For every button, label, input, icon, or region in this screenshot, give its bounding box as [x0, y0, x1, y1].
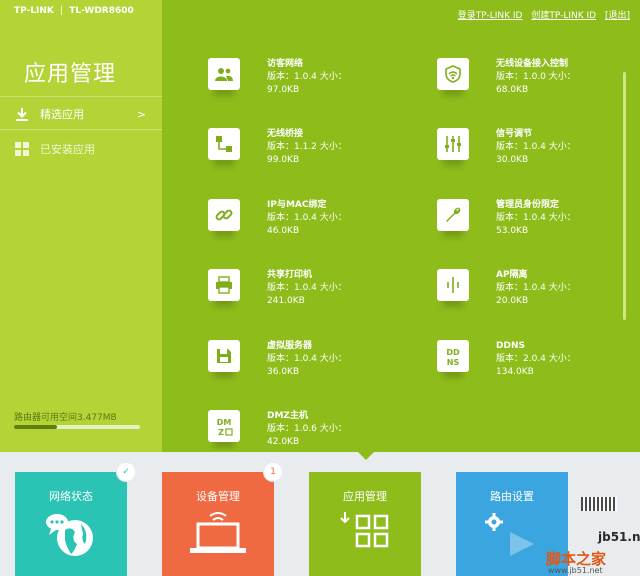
model-name: TL-WDR8600: [69, 6, 134, 16]
app-name: 无线设备接入控制: [496, 59, 569, 69]
chevron-right-icon: >: [136, 107, 146, 121]
active-tile-pointer: [358, 452, 374, 460]
watermark-site: jb51.net: [598, 530, 640, 544]
svg-text:Z: Z: [218, 428, 224, 437]
app-name: DMZ主机: [267, 411, 308, 421]
app-name: IP与MAC绑定: [267, 200, 327, 210]
wrench-icon: [437, 199, 469, 231]
app-ap-isolation[interactable]: AP隔离版本：1.0.4 大小： 20.0KB: [429, 261, 599, 323]
guest-users-icon: [208, 58, 240, 90]
link-icon: [208, 199, 240, 231]
svg-text:NS: NS: [447, 358, 460, 367]
app-dmz-host[interactable]: DM Z DMZ主机版本：1.0.6 大小： 42.0KB: [200, 402, 370, 450]
brand: TP-LINK | TL-WDR8600: [14, 6, 134, 16]
app-name: 无线桥接: [267, 129, 304, 139]
storage-bar-fill: [14, 425, 57, 429]
app-admin-restriction[interactable]: 管理员身份限定版本：1.0.4 大小： 53.0KB: [429, 191, 599, 253]
sidebar-item-featured-apps[interactable]: 精选应用 >: [14, 103, 146, 125]
app-size: 68.0KB: [496, 85, 529, 95]
bridge-icon: [208, 128, 240, 160]
scrollbar[interactable]: [623, 72, 626, 320]
app-version: 版本：1.0.4 大小：: [496, 283, 576, 293]
sidebar-item-label: 已安装应用: [40, 143, 95, 156]
globe-icon: [15, 510, 127, 558]
app-version: 版本：1.0.4 大小：: [496, 213, 576, 223]
tile-label: 设备管理: [196, 490, 240, 503]
divider: [0, 96, 162, 97]
tile-label: 路由设置: [490, 490, 534, 503]
app-name: DDNS: [496, 341, 525, 351]
app-size: 20.0KB: [496, 296, 529, 306]
app-list: 访客网络版本：1.0.4 大小： 97.0KB 无线设备接入控制 版本：1.0.0 …: [200, 50, 610, 450]
svg-text:DD: DD: [446, 348, 460, 357]
tile-label: 网络状态: [49, 490, 93, 503]
app-name: 虚拟服务器: [267, 341, 313, 351]
download-icon: [14, 106, 30, 122]
wireless-shield-icon: [437, 58, 469, 90]
sidebar-item-installed-apps[interactable]: 已安装应用: [14, 138, 146, 160]
app-size: 241.0KB: [267, 296, 305, 306]
app-version: 版本：2.0.4 大小：: [496, 354, 576, 364]
brand-logo: TP-LINK: [14, 6, 54, 16]
app-size: 36.0KB: [267, 367, 300, 377]
app-wireless-bridge[interactable]: 无线桥接版本：1.1.2 大小： 99.0KB: [200, 120, 370, 182]
app-version: 版本：1.0.4 大小：: [267, 283, 347, 293]
app-size: 46.0KB: [267, 226, 300, 236]
storage-bar: [14, 425, 140, 429]
logout-link[interactable]: [退出]: [605, 11, 630, 21]
ap-isolation-icon: [437, 269, 469, 301]
notification-badge: 1: [264, 463, 282, 481]
app-version: 版本：1.0.4 大小：: [496, 142, 576, 152]
app-signal-adjust[interactable]: 信号调节版本：1.0.4 大小： 30.0KB: [429, 120, 599, 182]
app-name: 访客网络: [267, 59, 304, 69]
login-tplink-id-link[interactable]: 登录TP-LINK ID: [458, 11, 523, 21]
page-title: 应用管理: [24, 62, 117, 87]
app-wireless-access-control[interactable]: 无线设备接入控制 版本：1.0.0 大小： 68.0KB: [429, 50, 599, 112]
app-version: 版本：1.1.2 大小：: [267, 142, 347, 152]
laptop-icon: [162, 510, 274, 556]
grid-icon: [14, 141, 30, 157]
tile-label: 应用管理: [343, 490, 387, 503]
app-name: AP隔离: [496, 270, 528, 280]
watermark-url: www.jb51.net: [548, 566, 603, 575]
app-version: 版本：1.0.4 大小：: [267, 354, 347, 364]
app-size: 42.0KB: [267, 437, 300, 447]
app-size: 30.0KB: [496, 155, 529, 165]
server-icon: [208, 340, 240, 372]
app-shared-printer[interactable]: 共享打印机版本：1.0.4 大小： 241.0KB: [200, 261, 370, 323]
create-tplink-id-link[interactable]: 创建TP-LINK ID: [531, 11, 596, 21]
app-version: 版本：1.0.4 大小：: [267, 72, 347, 82]
app-version: 版本：1.0.0 大小：: [496, 72, 576, 82]
top-nav: 登录TP-LINK ID 创建TP-LINK ID [退出]: [452, 8, 630, 21]
dmz-icon: DM Z: [208, 410, 240, 442]
qr-code: [581, 497, 617, 511]
app-version: 版本：1.0.6 大小：: [267, 424, 347, 434]
signal-adjust-icon: [437, 128, 469, 160]
app-size: 134.0KB: [496, 367, 534, 377]
app-size: 53.0KB: [496, 226, 529, 236]
apps-grid-icon: [309, 510, 421, 558]
status-badge-check: ✓: [117, 463, 135, 481]
app-name: 信号调节: [496, 129, 533, 139]
tile-app-management[interactable]: 应用管理: [309, 472, 421, 576]
app-name: 管理员身份限定: [496, 200, 560, 210]
printer-icon: [208, 269, 240, 301]
app-virtual-server[interactable]: 虚拟服务器版本：1.0.4 大小： 36.0KB: [200, 332, 370, 394]
sidebar-item-label: 精选应用: [40, 108, 84, 121]
app-name: 共享打印机: [267, 270, 313, 280]
app-guest-network[interactable]: 访客网络版本：1.0.4 大小： 97.0KB: [200, 50, 370, 112]
app-ip-mac-binding[interactable]: IP与MAC绑定版本：1.0.4 大小： 46.0KB: [200, 191, 370, 253]
app-ddns[interactable]: DD NS DDNS 版本：2.0.4 大小： 134.0KB: [429, 332, 599, 394]
svg-text:DM: DM: [217, 418, 232, 427]
tile-network-status[interactable]: 网络状态: [15, 472, 127, 576]
storage-label: 路由器可用空间3.477MB: [14, 413, 117, 423]
tile-device-management[interactable]: 设备管理: [162, 472, 274, 576]
ddns-icon: DD NS: [437, 340, 469, 372]
app-size: 97.0KB: [267, 85, 300, 95]
app-version: 版本：1.0.4 大小：: [267, 213, 347, 223]
app-size: 99.0KB: [267, 155, 300, 165]
divider: [0, 129, 162, 130]
